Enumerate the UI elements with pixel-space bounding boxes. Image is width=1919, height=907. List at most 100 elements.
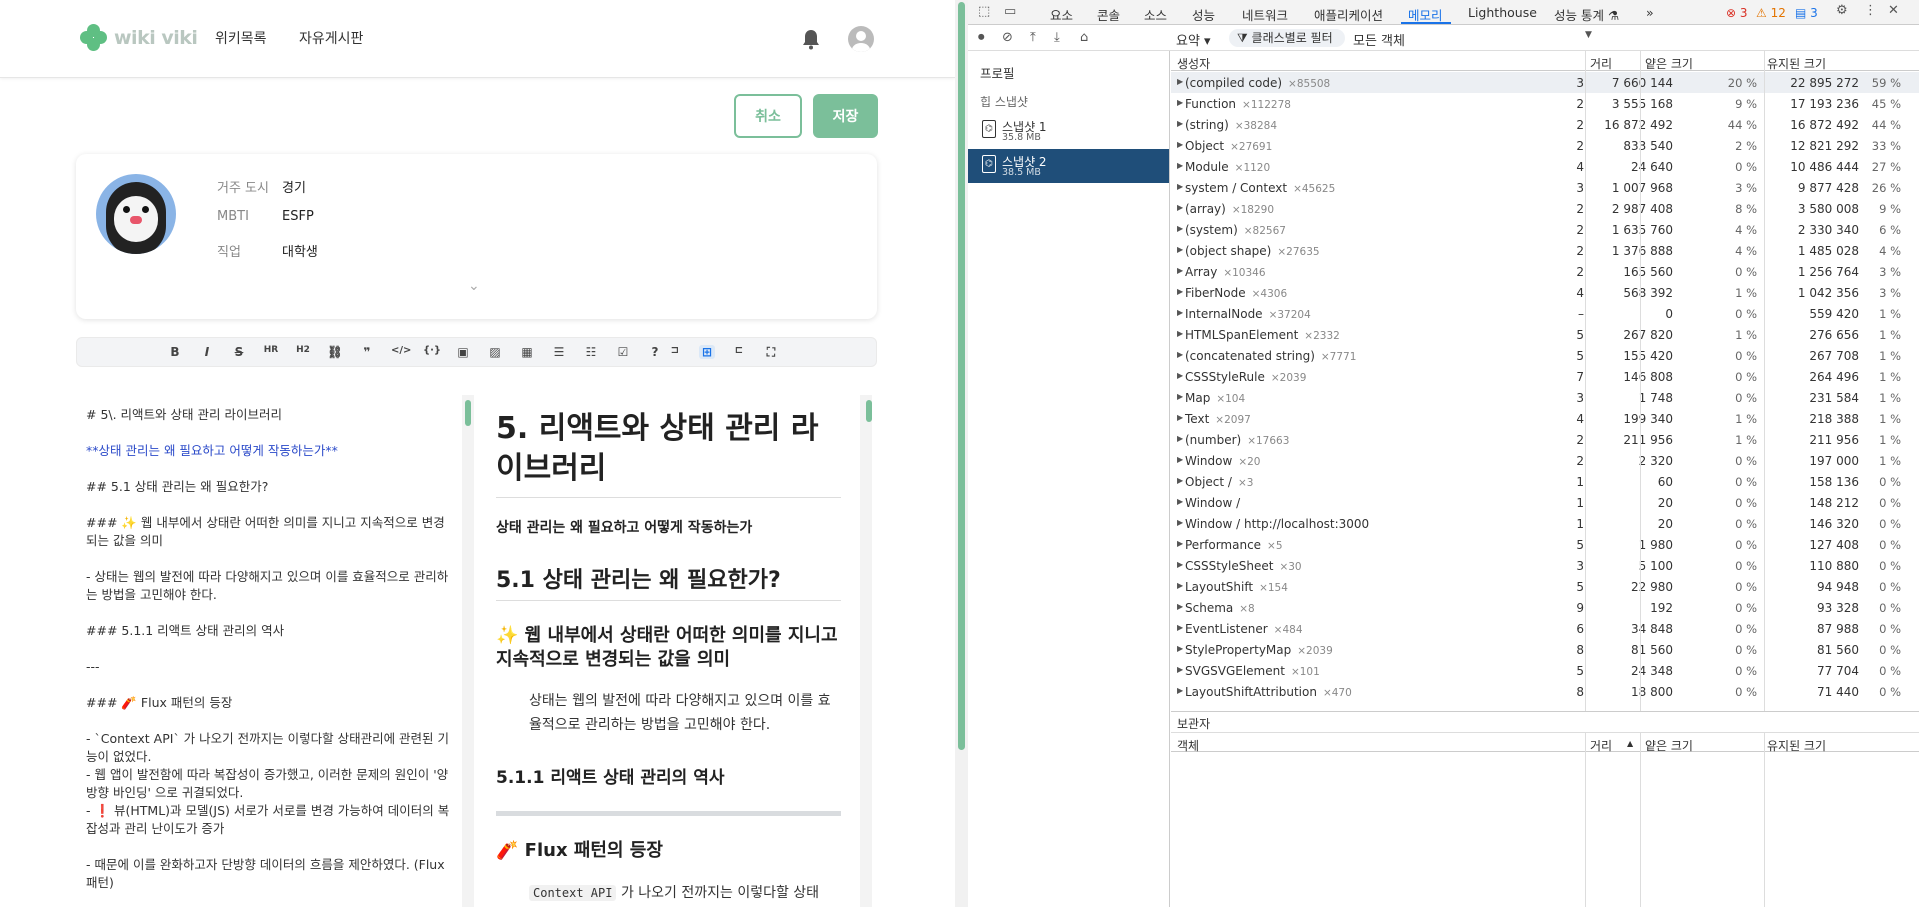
heap-row[interactable]: ▶ Function ×112278 2 3 555 168 9 % 17 193 236 4… — [1171, 93, 1919, 114]
warning-badge[interactable]: ⚠ 12 — [1756, 6, 1786, 20]
bold-icon[interactable]: B — [167, 345, 183, 359]
code-block-icon[interactable]: {·} — [423, 345, 441, 356]
device-toolbar-icon[interactable]: ▭ — [1004, 4, 1016, 19]
ret-col-object[interactable]: 객체 — [1177, 737, 1199, 754]
expand-triangle-icon[interactable]: ▶ — [1177, 203, 1183, 212]
expand-triangle-icon[interactable]: ▶ — [1177, 602, 1183, 611]
expand-triangle-icon[interactable]: ▶ — [1177, 119, 1183, 128]
expand-triangle-icon[interactable]: ▶ — [1177, 392, 1183, 401]
unordered-list-icon[interactable]: ☰ — [551, 345, 567, 359]
expand-triangle-icon[interactable]: ▶ — [1177, 329, 1183, 338]
nav-wiki-list[interactable]: 위키목록 — [215, 28, 267, 48]
expand-triangle-icon[interactable]: ▶ — [1177, 686, 1183, 695]
heap-row[interactable]: ▶ (number) ×17663 2 211 956 1 % 211 956 1 % — [1171, 429, 1919, 450]
expand-triangle-icon[interactable]: ▶ — [1177, 224, 1183, 233]
col-distance[interactable]: 거리 — [1590, 55, 1612, 72]
ordered-list-icon[interactable]: ☷ — [583, 345, 599, 359]
heap-row[interactable]: ▶ Window / http://localhost:3000 1 20 0 % 146… — [1171, 513, 1919, 534]
user-avatar-icon[interactable] — [848, 26, 874, 52]
download-icon[interactable]: ⤓ — [1054, 30, 1060, 45]
expand-triangle-icon[interactable]: ▶ — [1177, 539, 1183, 548]
heap-row[interactable]: ▶ Array ×10346 2 165 560 0 % 1 256 764 3 % — [1171, 261, 1919, 282]
link-icon[interactable]: ⛓ — [327, 345, 343, 359]
sort-asc-icon[interactable]: ▲ — [1627, 739, 1633, 748]
tab-console[interactable]: 콘솔 — [1097, 5, 1120, 24]
heap-row[interactable]: ▶ EventListener ×484 6 34 848 0 % 87 988 0 % — [1171, 618, 1919, 639]
more-options-icon[interactable]: ⋮ — [1864, 3, 1877, 18]
heap-row[interactable]: ▶ HTMLSpanElement ×2332 5 267 820 1 % 276 656 1… — [1171, 324, 1919, 345]
heap-row[interactable]: ▶ InternalNode ×37204–0 0 % 559 420 1 % — [1171, 303, 1919, 324]
heap-row[interactable]: ▶ Schema ×8 9 192 0 % 93 328 0 % — [1171, 597, 1919, 618]
tab-performance-insights[interactable]: 성능 통계 ⚗ — [1554, 5, 1619, 24]
heap-row[interactable]: ▶ (system) ×82567 2 1 635 760 4 % 2 330 340 6 % — [1171, 219, 1919, 240]
heap-row[interactable]: ▶ Performance ×5 5 1 980 0 % 127 408 0 % — [1171, 534, 1919, 555]
cancel-button[interactable]: 취소 — [734, 94, 802, 138]
expand-triangle-icon[interactable]: ▶ — [1177, 350, 1183, 359]
live-view-icon[interactable]: ⊐ — [667, 345, 683, 356]
italic-icon[interactable]: I — [199, 345, 215, 359]
inspect-element-icon[interactable]: ⬚ — [978, 4, 990, 19]
ret-col-distance[interactable]: 거리 — [1590, 737, 1612, 754]
expand-triangle-icon[interactable]: ▶ — [1177, 644, 1183, 653]
table-icon[interactable]: ▦ — [519, 345, 535, 359]
heading-icon[interactable]: HR — [263, 345, 279, 355]
help-icon[interactable]: ? — [647, 345, 663, 359]
preview-icon[interactable]: ⊏ — [731, 345, 747, 356]
tab-application[interactable]: 애플리케이션 — [1314, 5, 1383, 24]
close-icon[interactable]: ✕ — [1888, 3, 1899, 18]
heap-row[interactable]: ▶ Text ×2097 4 199 340 1 % 218 388 1 % — [1171, 408, 1919, 429]
snapshot-item[interactable]: ⌬ 스냅샷 1 35.8 MB — [968, 114, 1169, 148]
tab-performance[interactable]: 성능 — [1192, 5, 1215, 24]
quote-icon[interactable]: ❞ — [359, 345, 375, 359]
settings-gear-icon[interactable]: ⚙ — [1836, 3, 1848, 18]
nav-free-board[interactable]: 자유게시판 — [299, 28, 363, 48]
expand-triangle-icon[interactable]: ▶ — [1177, 98, 1183, 107]
ret-col-shallow[interactable]: 얕은 크기 — [1645, 737, 1693, 754]
tab-network[interactable]: 네트워크 — [1242, 5, 1288, 24]
comment-icon[interactable]: ▣ — [455, 345, 471, 359]
heap-row[interactable]: ▶ (array) ×18290 2 2 987 408 8 % 3 580 008 9 % — [1171, 198, 1919, 219]
tab-elements[interactable]: 요소 — [1050, 5, 1073, 24]
heap-row[interactable]: ▶ system / Context ×45625 3 1 007 968 3 % 9 87… — [1171, 177, 1919, 198]
heap-row[interactable]: ▶ Module ×1120 4 24 640 0 % 10 486 444 27 % — [1171, 156, 1919, 177]
heap-row[interactable]: ▶ SVGSVGElement ×101 5 24 348 0 % 77 704 0 % — [1171, 660, 1919, 681]
page-scroll-thumb[interactable] — [958, 2, 965, 750]
expand-triangle-icon[interactable]: ▶ — [1177, 413, 1183, 422]
expand-triangle-icon[interactable]: ▶ — [1177, 182, 1183, 191]
clear-icon[interactable]: ⊘ — [1002, 30, 1013, 45]
markdown-editor[interactable]: # 5\. 리액트와 상태 관리 라이브러리 **상태 관리는 왜 필요하고 어… — [76, 395, 466, 907]
heap-row[interactable]: ▶ CSSStyleRule ×2039 7 146 808 0 % 264 496 1 % — [1171, 366, 1919, 387]
expand-triangle-icon[interactable]: ▶ — [1177, 371, 1183, 380]
col-shallow-size[interactable]: 얕은 크기 — [1645, 55, 1693, 72]
expand-triangle-icon[interactable]: ▶ — [1177, 266, 1183, 275]
heap-row[interactable]: ▶ StylePropertyMap ×2039 8 81 560 0 % 81 560 0 … — [1171, 639, 1919, 660]
expand-triangle-icon[interactable]: ▶ — [1177, 245, 1183, 254]
preview-scrollbar[interactable] — [860, 395, 872, 907]
expand-triangle-icon[interactable]: ▶ — [1177, 476, 1183, 485]
collect-garbage-icon[interactable]: ⌂ — [1080, 30, 1088, 45]
heading-alt-icon[interactable]: H2 — [295, 345, 311, 355]
expand-triangle-icon[interactable]: ▶ — [1177, 455, 1183, 464]
chevron-down-icon[interactable]: ⌄ — [468, 278, 480, 294]
split-view-icon[interactable]: ⊞ — [699, 345, 715, 359]
strikethrough-icon[interactable]: S — [231, 345, 247, 359]
heap-row[interactable]: ▶ Object / ×3 1 60 0 % 158 136 0 % — [1171, 471, 1919, 492]
record-icon[interactable]: ⏺ — [978, 30, 985, 45]
tab-sources[interactable]: 소스 — [1144, 5, 1167, 24]
ret-col-retained[interactable]: 유지된 크기 — [1767, 737, 1826, 754]
logo[interactable]: wiki viki — [80, 24, 198, 52]
class-filter-button[interactable]: ⧩ 클래스별로 필터 — [1229, 29, 1345, 47]
heap-row[interactable]: ▶ (compiled code) ×85508 3 7 660 144 20 % 22 8… — [1171, 72, 1919, 93]
heap-row[interactable]: ▶ Map ×104 3 1 748 0 % 231 584 1 % — [1171, 387, 1919, 408]
col-constructor[interactable]: 생성자 — [1177, 55, 1210, 72]
editor-scroll-thumb[interactable] — [465, 400, 471, 426]
heap-row[interactable]: ▶ Object ×27691 2 833 540 2 % 12 821 292 33 % — [1171, 135, 1919, 156]
profile-avatar[interactable] — [96, 174, 176, 254]
chevron-down-icon[interactable]: ▼ — [1585, 30, 1592, 40]
expand-triangle-icon[interactable]: ▶ — [1177, 140, 1183, 149]
preview-scroll-thumb[interactable] — [866, 400, 872, 422]
code-icon[interactable]: </> — [391, 345, 411, 356]
expand-triangle-icon[interactable]: ▶ — [1177, 560, 1183, 569]
heap-row[interactable]: ▶ (object shape) ×27635 2 1 376 888 4 % 1 485 … — [1171, 240, 1919, 261]
checklist-icon[interactable]: ☑ — [615, 345, 631, 359]
